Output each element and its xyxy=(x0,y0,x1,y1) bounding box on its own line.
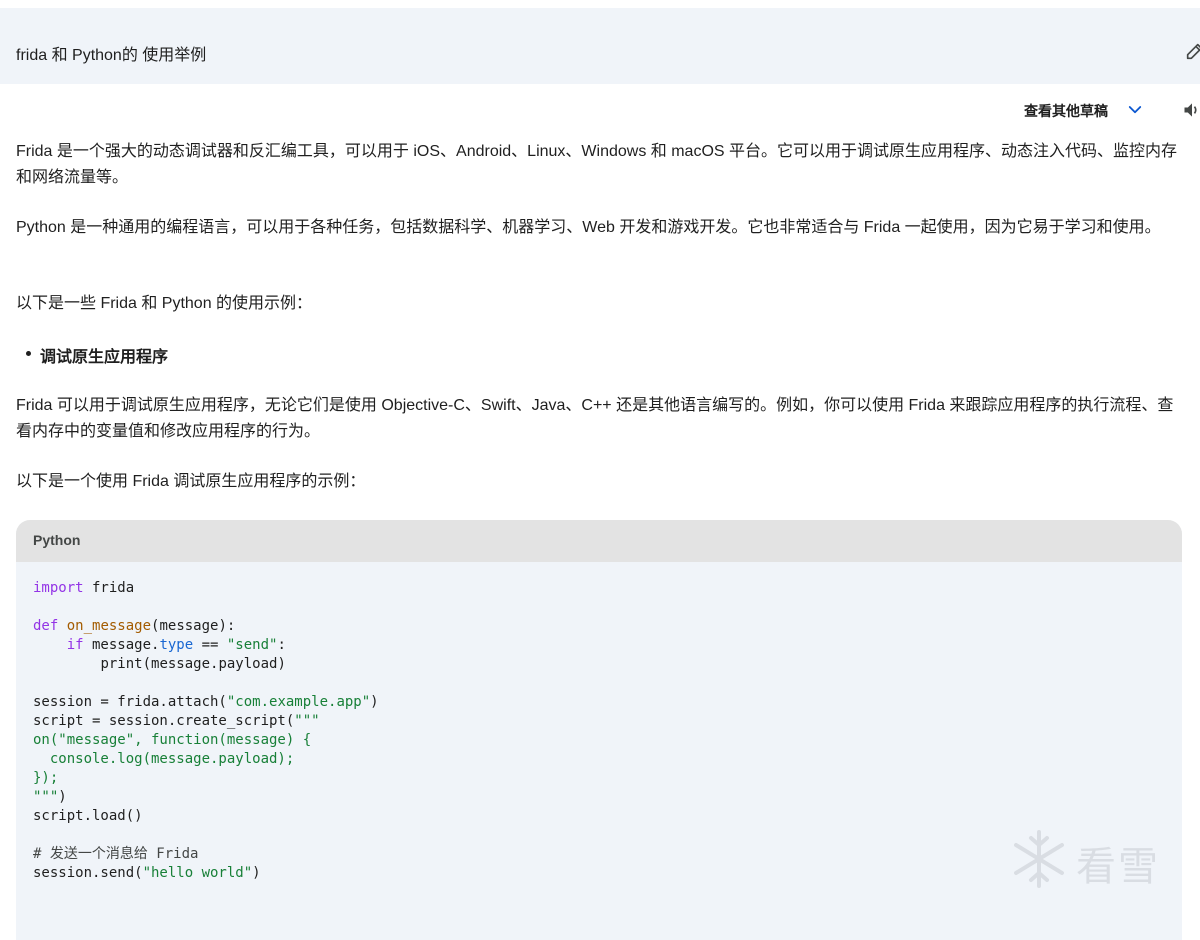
code-token: on_message xyxy=(66,618,152,634)
drafts-row: 查看其他草稿 xyxy=(0,100,1200,120)
response-paragraph: 以下是一些 Frida 和 Python 的使用示例： xyxy=(16,295,313,312)
watermark: 看雪 xyxy=(1010,828,1185,890)
code-token: on("message", function(message) { xyxy=(33,732,312,748)
code-token: ) xyxy=(58,789,67,805)
code-token: """ xyxy=(33,789,59,805)
snowflake-logo xyxy=(1014,830,1064,888)
code-content[interactable]: import frida def on_message(message): if… xyxy=(33,579,379,883)
code-token: console.log(message.payload); xyxy=(33,751,295,767)
response-paragraph: Frida 可以用于调试原生应用程序，无论它们是使用 Objective-C、S… xyxy=(16,397,1174,440)
code-token: """ xyxy=(294,713,320,729)
code-token: "com.example.app" xyxy=(226,694,371,710)
code-token: ) xyxy=(370,694,379,710)
code-token: == xyxy=(193,637,227,653)
code-token: }); xyxy=(33,770,59,786)
watermark-text: 看雪 xyxy=(1076,844,1160,890)
user-prompt-bar: frida 和 Python的 使用举例 xyxy=(0,8,1200,84)
code-token: : xyxy=(277,637,286,653)
response-paragraph: Frida 是一个强大的动态调试器和反汇编工具，可以用于 iOS、Android… xyxy=(16,143,1178,186)
code-token: "hello world" xyxy=(142,865,253,881)
code-block: Python import frida def on_message(messa… xyxy=(16,520,1182,940)
code-token: session.send( xyxy=(33,865,143,881)
code-token: "send" xyxy=(226,637,278,653)
code-token: message. xyxy=(83,637,160,653)
bullet-item: 调试原生应用程序 xyxy=(25,343,168,367)
chevron-down-icon[interactable] xyxy=(1126,101,1144,119)
user-prompt-text: frida 和 Python的 使用举例 xyxy=(16,47,207,64)
response-paragraph: Python 是一种通用的编程语言，可以用于各种任务，包括数据科学、机器学习、W… xyxy=(16,219,1161,236)
code-token: session = frida.attach( xyxy=(33,694,227,710)
code-language-label: Python xyxy=(16,520,1182,562)
code-token: frida xyxy=(83,580,135,596)
code-token: print(message.payload) xyxy=(100,656,286,672)
code-token: script = session.create_script( xyxy=(33,713,295,729)
code-token: # 发送一个消息给 Frida xyxy=(33,846,199,862)
code-token: def xyxy=(33,618,59,634)
view-other-drafts-button[interactable]: 查看其他草稿 xyxy=(1024,101,1108,121)
edit-icon[interactable] xyxy=(1184,40,1200,62)
code-token: import xyxy=(33,580,84,596)
code-token: if xyxy=(66,637,84,653)
response-paragraph: 以下是一个使用 Frida 调试原生应用程序的示例： xyxy=(16,473,366,490)
code-token: script.load() xyxy=(33,808,143,824)
code-token: type xyxy=(159,637,194,653)
code-token: (message): xyxy=(151,618,236,634)
code-token: ) xyxy=(252,865,261,881)
speaker-icon[interactable] xyxy=(1182,100,1200,120)
